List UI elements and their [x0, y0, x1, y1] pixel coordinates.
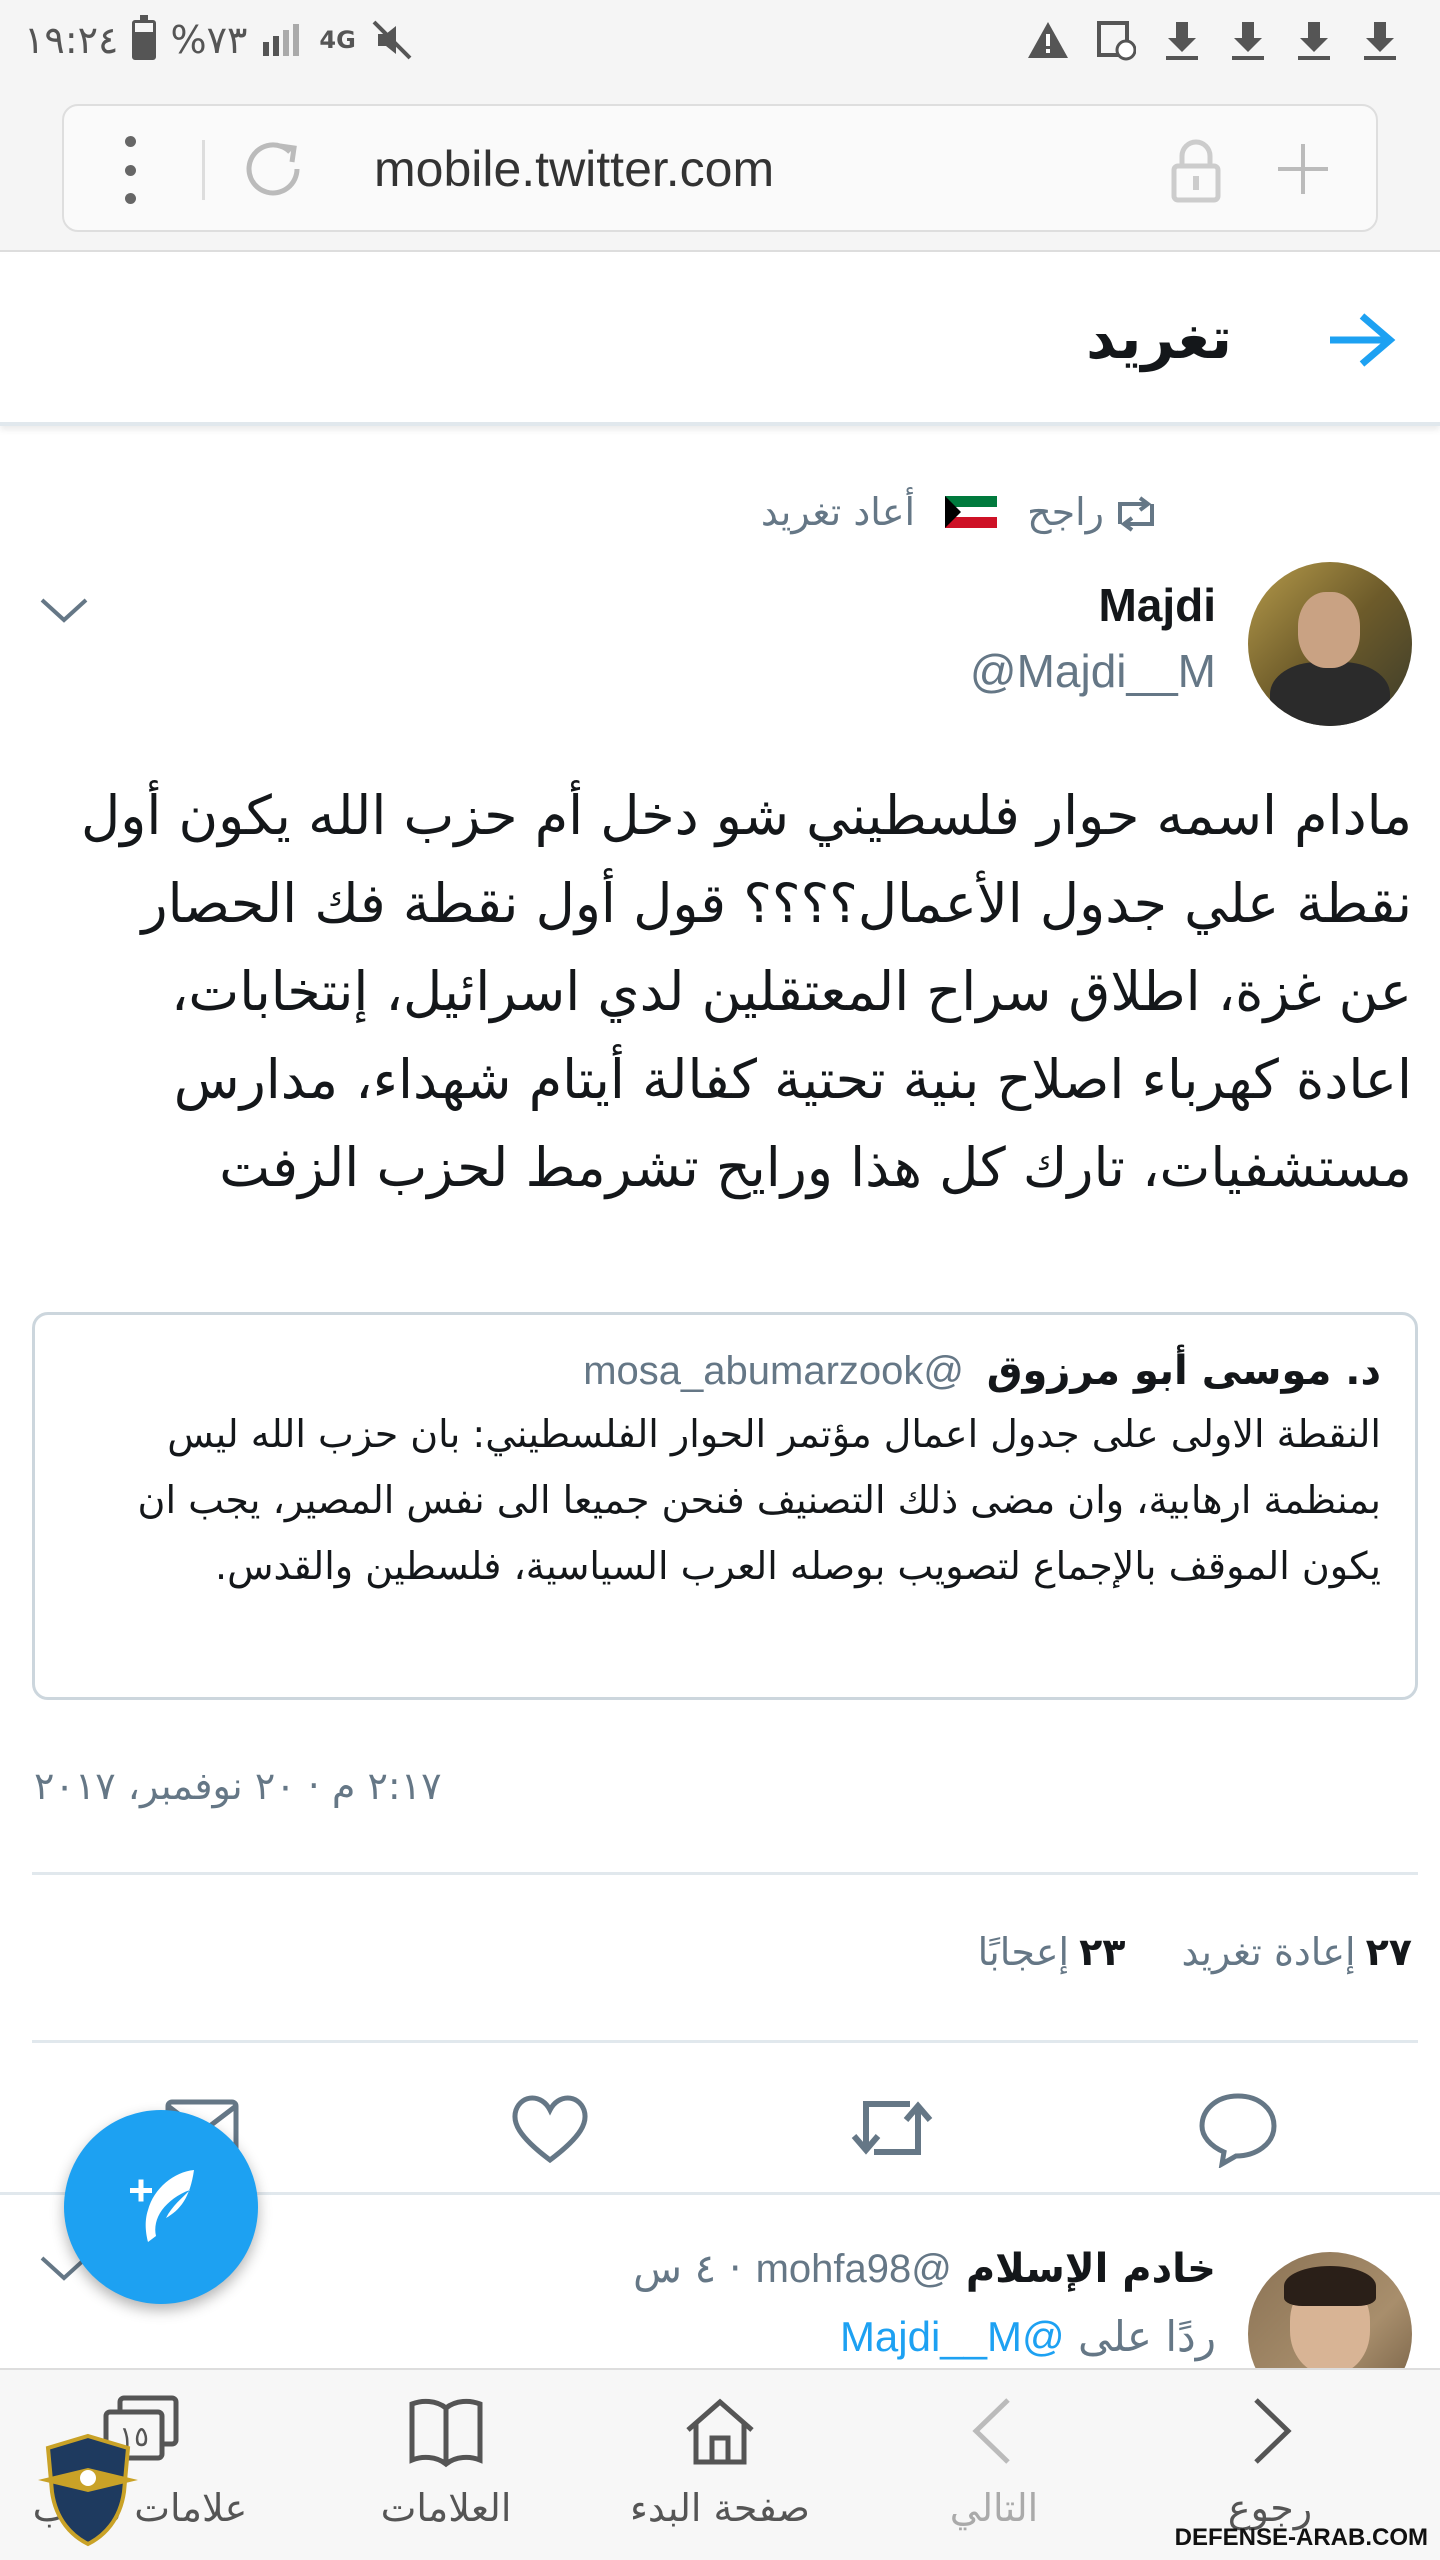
reply-header: خادم الإسلام @mohfa98 · ٤ س: [633, 2246, 1216, 2292]
replying-label: ردًا على: [1078, 2312, 1216, 2361]
retweets-count: ٢٧: [1365, 1930, 1412, 1974]
author-avatar[interactable]: [1248, 562, 1412, 726]
tweet-stats: ٢٧إعادة تغريد ٢٣إعجابًا: [978, 1930, 1412, 1974]
battery-icon: [132, 15, 157, 60]
retweeter-name[interactable]: راجح: [1027, 490, 1104, 534]
new-tab-icon[interactable]: [1270, 136, 1336, 202]
like-icon[interactable]: [508, 2088, 592, 2168]
status-left: ١٩:٢٤ %٧٣ 4G: [24, 12, 414, 68]
compose-button[interactable]: [64, 2110, 258, 2304]
retweeted-label: أعاد تغريد: [760, 490, 916, 534]
quoted-author-handle: @mosa_abumarzook: [583, 1349, 965, 1393]
likes-label: إعجابًا: [977, 1930, 1070, 1974]
bookmarks-label: العلامات: [380, 2486, 512, 2530]
address-bar[interactable]: mobile.twitter.com: [62, 104, 1378, 232]
status-bar: ١٩:٢٤ %٧٣ 4G: [0, 0, 1440, 80]
bookmarks-icon: [409, 2398, 483, 2468]
reply-author-name[interactable]: خادم الإسلام: [966, 2246, 1216, 2292]
download-icon: [1166, 22, 1198, 60]
download-icon: [1232, 22, 1264, 60]
watermark-text: DEFENSE-ARAB.COM: [1174, 2524, 1428, 2551]
tweet-page-header: تغريد: [0, 254, 1440, 426]
forward-label: التالي: [949, 2486, 1039, 2530]
forward-button[interactable]: التالي: [864, 2394, 1124, 2544]
quoted-tweet[interactable]: د. موسى أبو مرزوق @mosa_abumarzook النقط…: [32, 1312, 1418, 1700]
likes-stat[interactable]: ٢٣إعجابًا: [978, 1930, 1126, 1974]
lock-icon[interactable]: [1166, 136, 1226, 204]
status-right: [1026, 12, 1400, 68]
back-button[interactable]: رجوع: [1140, 2394, 1400, 2544]
battery-percent: %٧٣: [170, 18, 248, 62]
retweet-indicator-icon: [1118, 496, 1154, 532]
tweet-text: مادام اسمه حوار فلسطيني شو دخل أم حزب ال…: [81, 784, 1412, 1199]
reply-time: · ٤ س: [633, 2246, 742, 2292]
quoted-author-name: د. موسى أبو مرزوق: [986, 1348, 1381, 1394]
url-text[interactable]: mobile.twitter.com: [374, 140, 774, 198]
divider: [32, 1872, 1418, 1875]
retweeted-by[interactable]: راجح أعاد تغريد: [761, 490, 1104, 534]
bookmarks-button[interactable]: العلامات: [316, 2394, 576, 2544]
status-time: ١٩:٢٤: [24, 18, 119, 62]
home-icon: [686, 2398, 754, 2465]
author-handle[interactable]: @Majdi__M: [970, 644, 1216, 698]
retweets-stat[interactable]: ٢٧إعادة تغريد: [1181, 1930, 1412, 1974]
kuwait-flag-icon: [945, 496, 998, 528]
home-label: صفحة البدء: [630, 2486, 810, 2530]
download-icon: [1298, 22, 1330, 60]
compose-icon: [130, 2170, 194, 2242]
home-button[interactable]: صفحة البدء: [590, 2394, 850, 2544]
quoted-tweet-text: النقطة الاولى على جدول اعمال مؤتمر الحوا…: [137, 1412, 1381, 1588]
download-icon: [1364, 22, 1396, 60]
reload-icon[interactable]: [240, 136, 306, 202]
chevron-left-icon: [972, 2398, 1010, 2464]
replying-mention[interactable]: @Majdi__M: [840, 2313, 1065, 2360]
quoted-tweet-header: د. موسى أبو مرزوق @mosa_abumarzook: [69, 1343, 1381, 1399]
likes-count: ٢٣: [1079, 1930, 1126, 1974]
page-title: تغريد: [1086, 304, 1232, 372]
calendar-clock-icon: [1097, 21, 1136, 61]
alert-icon: [1028, 22, 1068, 58]
signal-icon: [263, 24, 300, 56]
forum-logo: [38, 2433, 138, 2547]
retweet-icon[interactable]: [850, 2088, 934, 2168]
mute-icon: [372, 20, 412, 60]
back-arrow-icon[interactable]: [1326, 310, 1396, 370]
chevron-right-icon: [1254, 2398, 1292, 2464]
author-name[interactable]: Majdi: [1098, 578, 1216, 632]
divider: [202, 140, 205, 200]
network-type: 4G: [319, 26, 356, 54]
browser-toolbar: mobile.twitter.com: [0, 80, 1440, 252]
retweets-label: إعادة تغريد: [1181, 1930, 1356, 1974]
reply-icon[interactable]: [1196, 2088, 1280, 2168]
replying-to: ردًا على @Majdi__M: [840, 2312, 1216, 2361]
browser-menu-icon[interactable]: [118, 136, 142, 204]
reply-author-handle[interactable]: @mohfa98: [756, 2247, 952, 2292]
tweet-timestamp: ٢:١٧ م · ٢٠ نوفمبر، ٢٠١٧: [34, 1764, 442, 1808]
chevron-down-icon[interactable]: [38, 594, 90, 626]
divider: [32, 2040, 1418, 2043]
